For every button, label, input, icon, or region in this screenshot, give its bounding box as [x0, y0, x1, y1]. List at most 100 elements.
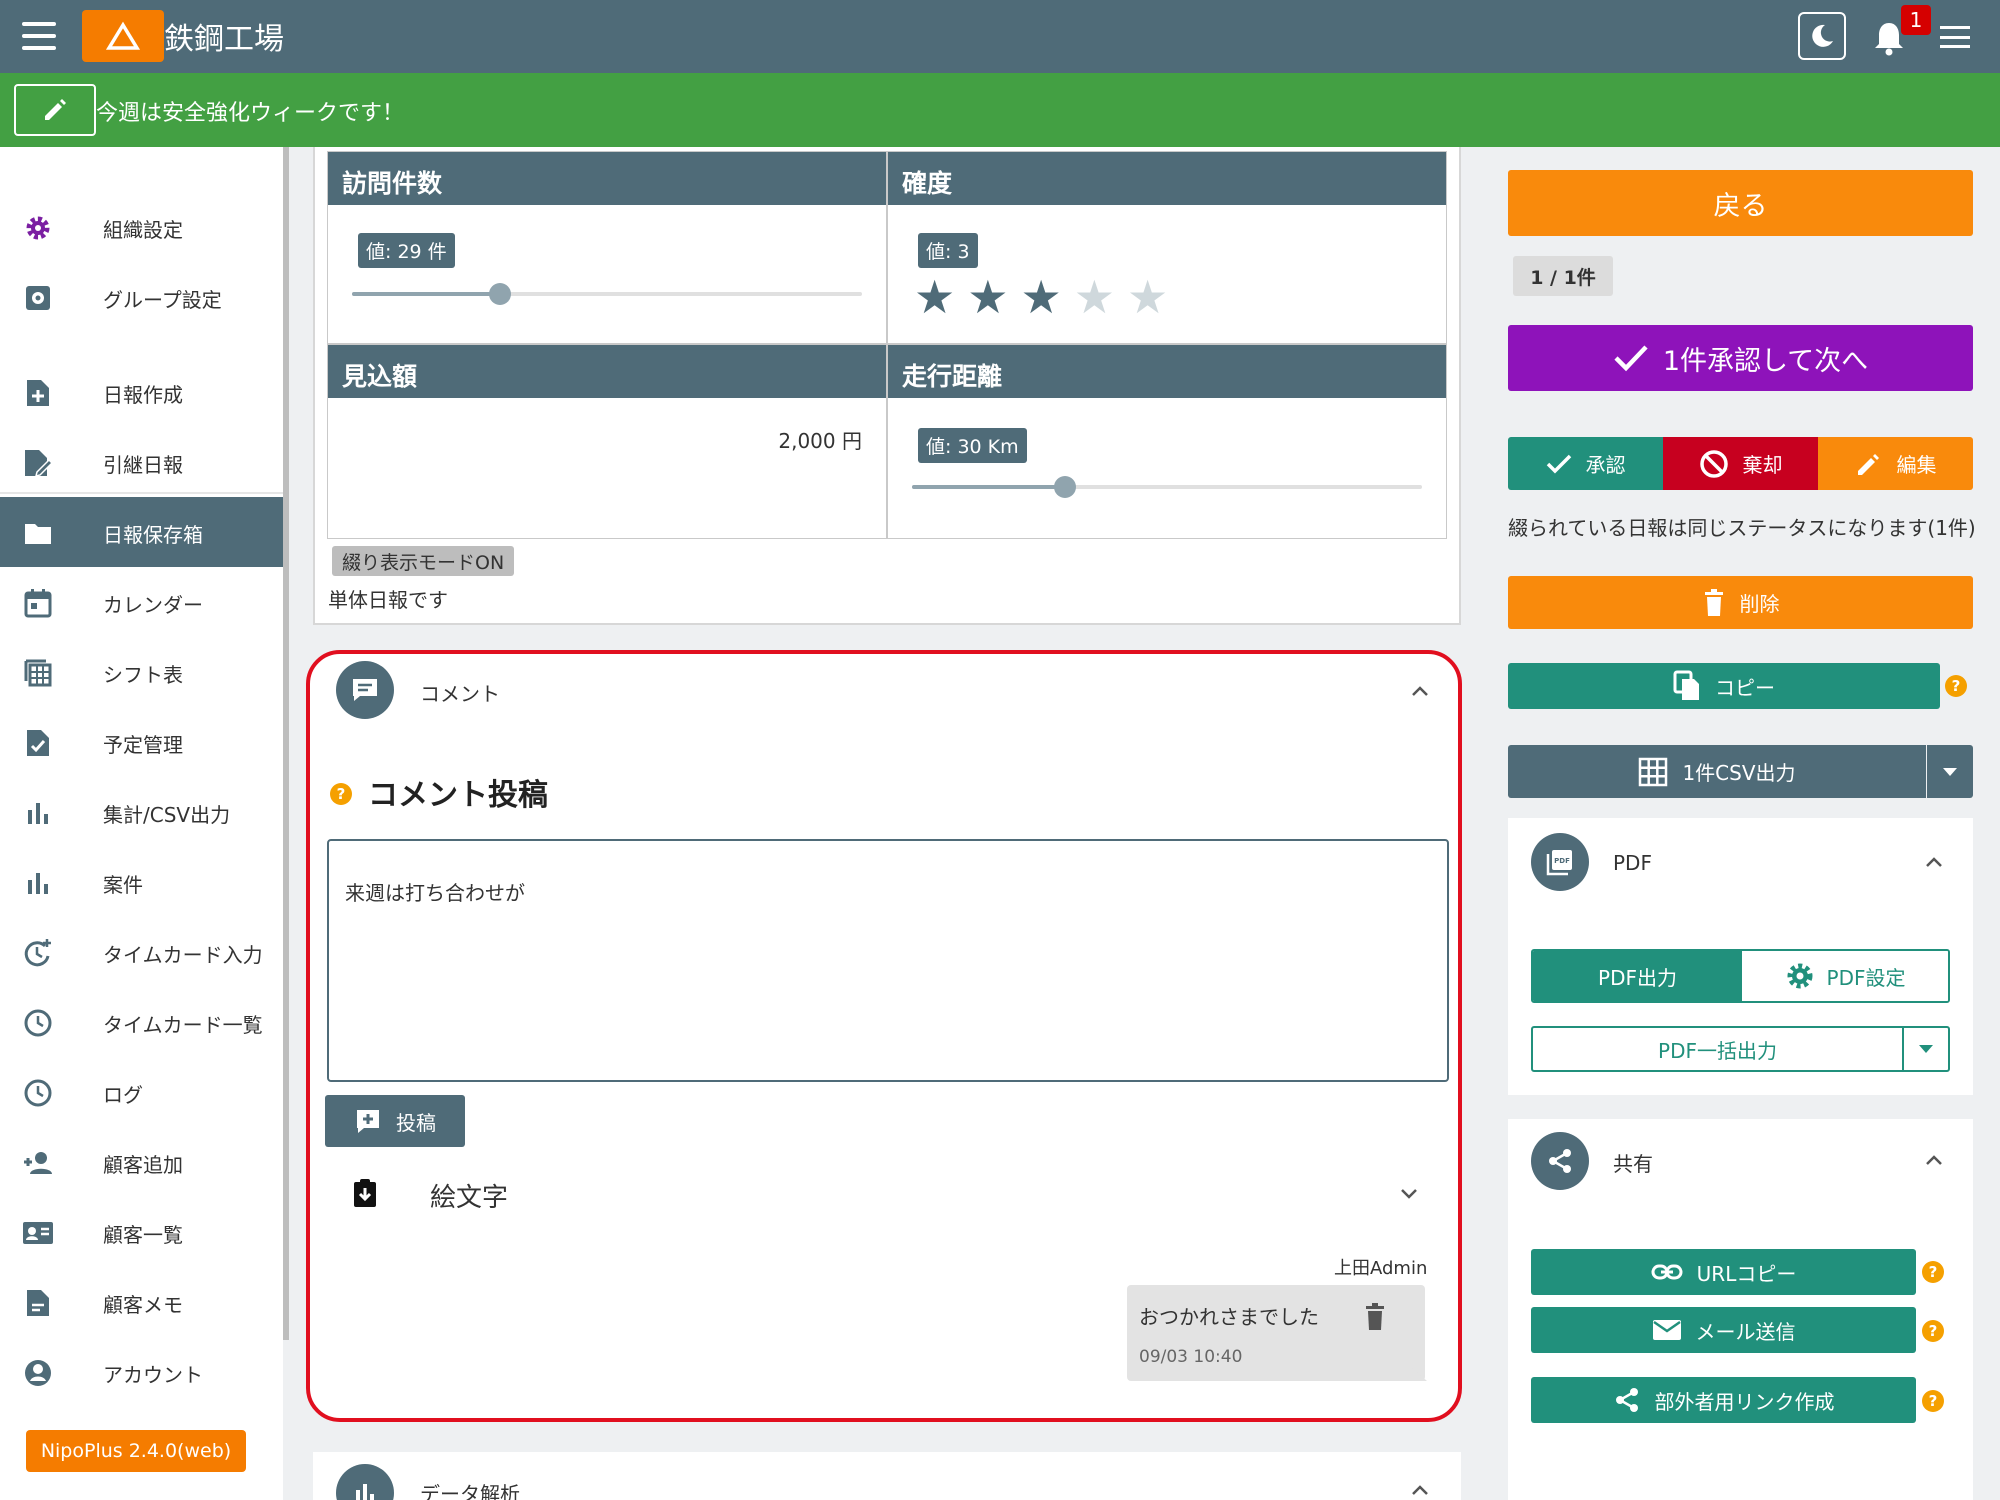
sidebar-item-account[interactable]: アカウント	[0, 1337, 283, 1407]
edit-label: 編集	[1896, 453, 1937, 477]
help-icon[interactable]: ?	[1945, 675, 1967, 697]
sidebar-item-schedule[interactable]: 予定管理	[0, 707, 283, 777]
share-icon	[1615, 1388, 1638, 1412]
chevron-up-icon[interactable]	[1924, 852, 1944, 872]
pencil-icon	[45, 99, 66, 120]
comment-input[interactable]	[327, 839, 1449, 1082]
distance-slider[interactable]	[912, 476, 1422, 498]
back-label: 戻る	[1713, 190, 1768, 222]
url-copy-button[interactable]: URLコピー	[1531, 1249, 1916, 1295]
copy-button[interactable]: コピー	[1508, 663, 1940, 709]
sidebar-item-timecard-list[interactable]: タイムカード一覧	[0, 987, 283, 1057]
slider-fill	[912, 485, 1065, 489]
copy-label: コピー	[1715, 675, 1775, 700]
help-icon[interactable]: ?	[1922, 1320, 1944, 1342]
check-icon	[1546, 454, 1571, 473]
sidebar-item-timecard-input[interactable]: タイムカード入力	[0, 917, 283, 987]
emoji-toggle[interactable]: 絵文字	[430, 1177, 508, 1214]
comment-section-label: コメント	[420, 682, 500, 706]
sidebar-item-report-archive[interactable]: 日報保存箱	[0, 497, 283, 567]
pdf-bulk-dropdown[interactable]	[1902, 1028, 1948, 1070]
comment-section-avatar	[336, 661, 394, 719]
star-rating[interactable]: ★ ★ ★ ★ ★	[914, 274, 1168, 320]
help-icon[interactable]: ?	[330, 783, 352, 805]
comment-icon	[353, 679, 377, 701]
sidebar-item-calendar[interactable]: カレンダー	[0, 567, 283, 637]
chevron-up-icon[interactable]	[1924, 1150, 1944, 1170]
pdf-settings-button[interactable]: PDF設定	[1742, 951, 1948, 1001]
version-button[interactable]: NipoPlus 2.4.0(web)	[26, 1430, 246, 1472]
sidebar-item-label: 日報作成	[103, 383, 183, 407]
pdf-output-button[interactable]: PDF出力	[1533, 951, 1742, 1001]
pdf-settings-label: PDF設定	[1826, 965, 1906, 990]
external-link-label: 部外者用リンク作成	[1654, 1389, 1835, 1414]
share-section-label: 共有	[1613, 1152, 1653, 1176]
sidebar-item-group-settings[interactable]: グループ設定	[0, 262, 283, 332]
sidebar-item-aggregate-csv[interactable]: 集計/CSV出力	[0, 777, 283, 847]
sidebar-item-log[interactable]: ログ	[0, 1057, 283, 1127]
sidebar-item-org-settings[interactable]: 組織設定	[0, 192, 283, 262]
mail-send-button[interactable]: メール送信	[1531, 1307, 1916, 1353]
app-logo[interactable]	[82, 10, 164, 62]
chevron-up-icon[interactable]	[1410, 1480, 1430, 1500]
value-chip: 値: 30 Km	[918, 428, 1027, 463]
value-chip: 値: 29 件	[358, 233, 455, 268]
bubble-tail	[1411, 1367, 1427, 1381]
star-icon[interactable]: ★	[967, 274, 1008, 320]
file-edit-icon	[22, 447, 54, 479]
slider-thumb[interactable]	[488, 283, 511, 305]
chevron-up-icon[interactable]	[1410, 681, 1430, 701]
external-link-button[interactable]: 部外者用リンク作成	[1531, 1377, 1916, 1423]
block-icon	[1699, 449, 1728, 478]
star-icon[interactable]: ★	[1074, 274, 1115, 320]
edit-announcement-button[interactable]	[14, 84, 96, 136]
dark-mode-toggle[interactable]	[1798, 12, 1846, 60]
bar-chart-icon	[356, 1484, 374, 1500]
triangle-logo-icon	[106, 21, 140, 50]
user-menu-icon[interactable]	[1940, 26, 1970, 48]
csv-dropdown-button[interactable]	[1927, 745, 1973, 798]
sidebar-item-customer-memo[interactable]: 顧客メモ	[0, 1267, 283, 1337]
field-distance: 走行距離 値: 30 Km	[887, 344, 1447, 539]
approve-and-next-button[interactable]: 1件承認して次へ	[1508, 325, 1973, 391]
star-icon[interactable]: ★	[1021, 274, 1062, 320]
share-avatar	[1531, 1132, 1589, 1190]
trash-icon[interactable]	[1363, 1303, 1387, 1331]
sidebar-scrollbar[interactable]	[283, 147, 289, 1340]
chevron-down-icon[interactable]	[1399, 1183, 1419, 1203]
slider-thumb[interactable]	[1054, 476, 1076, 498]
comment-bubble: おつかれさまでした 09/03 10:40	[1127, 1285, 1427, 1381]
pdf-bulk-export-button[interactable]: PDF一括出力	[1531, 1026, 1950, 1072]
sidebar-item-projects[interactable]: 案件	[0, 847, 283, 917]
post-comment-button[interactable]: 投稿	[325, 1095, 465, 1147]
sidebar-item-add-customer[interactable]: 顧客追加	[0, 1127, 283, 1197]
edit-button[interactable]: 編集	[1818, 437, 1973, 490]
sidebar-item-shift-table[interactable]: シフト表	[0, 637, 283, 707]
announcement-bar: 今週は安全強化ウィークです！	[0, 73, 2000, 147]
sidebar-item-handover-report[interactable]: 引継日報	[0, 427, 283, 497]
gear-icon	[22, 212, 54, 244]
comment-author: 上田Admin	[1334, 1258, 1428, 1279]
approve-button[interactable]: 承認	[1508, 437, 1663, 490]
sidebar-item-label: タイムカード一覧	[103, 1013, 263, 1037]
star-icon[interactable]: ★	[1127, 274, 1168, 320]
reject-button[interactable]: 棄却	[1663, 437, 1818, 490]
help-icon[interactable]: ?	[1922, 1261, 1944, 1283]
sidebar-item-customer-list[interactable]: 顧客一覧	[0, 1197, 283, 1267]
visits-slider[interactable]	[352, 283, 862, 305]
sidebar-item-create-report[interactable]: 日報作成	[0, 357, 283, 427]
delete-button[interactable]: 削除	[1508, 576, 1973, 629]
menu-icon[interactable]	[22, 22, 56, 50]
star-icon[interactable]: ★	[914, 274, 955, 320]
sidebar-item-label: ログ	[103, 1083, 143, 1107]
back-button[interactable]: 戻る	[1508, 170, 1973, 236]
bar-chart-icon	[22, 867, 54, 899]
help-icon[interactable]: ?	[1922, 1390, 1944, 1412]
pdf-section-label: PDF	[1613, 851, 1652, 875]
sidebar-item-label: 案件	[103, 873, 143, 897]
sidebar-item-label: 引継日報	[103, 453, 183, 477]
approve-next-label: 1件承認して次へ	[1662, 345, 1869, 377]
mail-icon	[1652, 1320, 1681, 1340]
csv-export-button[interactable]: 1件CSV出力	[1508, 745, 1926, 798]
sidebar-item-label: 集計/CSV出力	[103, 803, 231, 827]
